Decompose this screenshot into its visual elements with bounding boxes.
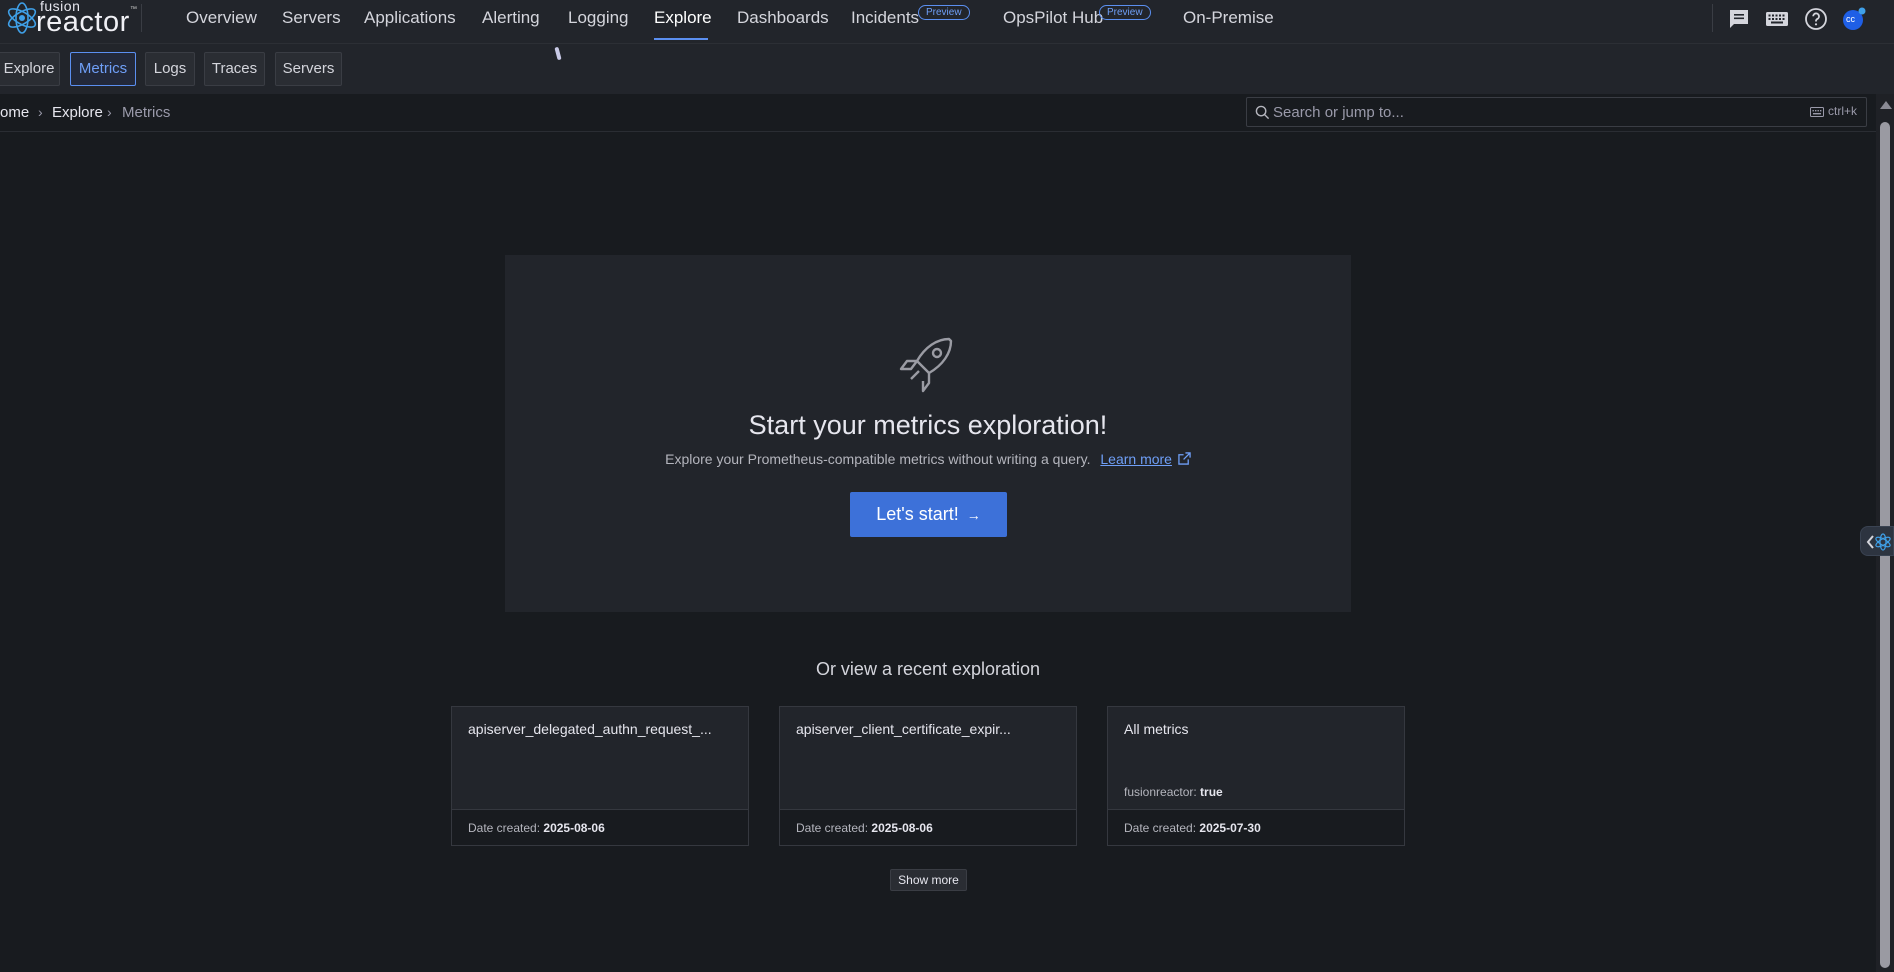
recent-exploration-card[interactable]: apiserver_client_certificate_expir... Da… xyxy=(779,706,1077,846)
date-label: Date created: xyxy=(796,821,869,835)
card-title: apiserver_delegated_authn_request_... xyxy=(468,721,712,737)
show-more-button[interactable]: Show more xyxy=(890,869,967,891)
breadcrumb-explore[interactable]: Explore xyxy=(52,104,103,121)
user-avatar[interactable]: cc xyxy=(1842,7,1866,31)
nav-servers[interactable]: Servers xyxy=(282,8,341,28)
subtab-logs[interactable]: Logs xyxy=(145,52,195,86)
recent-exploration-card[interactable]: apiserver_delegated_authn_request_... Da… xyxy=(451,706,749,846)
card-footer: Date created: 2025-08-06 xyxy=(780,809,1076,845)
learn-more-text: Learn more xyxy=(1100,451,1172,467)
logo-trademark: ™ xyxy=(130,6,137,13)
scroll-up-icon[interactable] xyxy=(1880,101,1892,109)
reactor-star-icon xyxy=(7,2,37,34)
date-label: Date created: xyxy=(468,821,541,835)
breadcrumb-bar: ome › Explore › Metrics ctrl+k xyxy=(0,94,1876,132)
nav-on-premise[interactable]: On-Premise xyxy=(1183,8,1274,28)
hero-title: Start your metrics exploration! xyxy=(748,410,1108,440)
hero-description-text: Explore your Prometheus-compatible metri… xyxy=(665,451,1091,467)
search-shortcut: ctrl+k xyxy=(1828,104,1858,118)
chat-icon[interactable] xyxy=(1727,7,1751,31)
nav-divider xyxy=(141,4,142,32)
nav-explore[interactable]: Explore xyxy=(654,8,712,28)
side-panel-toggle[interactable] xyxy=(1860,526,1894,556)
nav-dashboards[interactable]: Dashboards xyxy=(737,8,829,28)
opspilot-preview-badge: Preview xyxy=(1099,5,1151,20)
card-date: Date created: 2025-08-06 xyxy=(468,821,605,835)
date-value: 2025-08-06 xyxy=(871,821,933,835)
breadcrumb-home[interactable]: ome xyxy=(0,104,29,121)
recent-explorations-title: Or view a recent exploration xyxy=(815,659,1041,679)
card-title: apiserver_client_certificate_expir... xyxy=(796,721,1011,737)
card-footer: Date created: 2025-07-30 xyxy=(1108,809,1404,845)
nav-incidents[interactable]: Incidents xyxy=(851,8,919,28)
recent-exploration-card[interactable]: All metrics fusionreactor: true Date cre… xyxy=(1107,706,1405,846)
card-title: All metrics xyxy=(1124,721,1189,737)
lets-start-button[interactable]: Let's start! → xyxy=(850,492,1007,537)
subtab-explore[interactable]: Explore xyxy=(0,52,60,86)
card-date: Date created: 2025-07-30 xyxy=(1124,821,1261,835)
filter-key: fusionreactor: xyxy=(1124,785,1197,799)
nav-opspilot-hub[interactable]: OpsPilot Hub xyxy=(1003,8,1103,28)
card-footer: Date created: 2025-08-06 xyxy=(452,809,748,845)
card-filter: fusionreactor: true xyxy=(1124,785,1223,799)
rocket-icon xyxy=(899,337,953,393)
nav-alerting[interactable]: Alerting xyxy=(482,8,540,28)
hero-description: Explore your Prometheus-compatible metri… xyxy=(505,451,1351,467)
toolbar-divider xyxy=(1712,4,1713,32)
learn-more-link[interactable]: Learn more xyxy=(1100,451,1172,467)
subtab-servers[interactable]: Servers xyxy=(275,52,342,86)
nav-logging[interactable]: Logging xyxy=(568,8,629,28)
active-nav-indicator xyxy=(654,38,708,40)
card-date: Date created: 2025-08-06 xyxy=(796,821,933,835)
search-icon xyxy=(1255,105,1270,120)
lets-start-label: Let's start! xyxy=(876,504,959,524)
breadcrumb-separator: › xyxy=(107,104,112,120)
breadcrumb-separator: › xyxy=(38,104,43,120)
chevron-left-icon xyxy=(1866,533,1891,551)
incidents-preview-badge: Preview xyxy=(918,5,970,20)
avatar-initials: cc xyxy=(1846,14,1855,24)
arrow-right-icon: → xyxy=(966,507,981,523)
fusionreactor-logo[interactable]: fusion reactor ™ xyxy=(2,0,142,40)
search-box[interactable]: ctrl+k xyxy=(1246,97,1867,127)
subtab-metrics[interactable]: Metrics xyxy=(70,52,136,86)
help-icon[interactable] xyxy=(1804,7,1828,31)
keyboard-shortcut-icon xyxy=(1810,107,1824,117)
nav-overview[interactable]: Overview xyxy=(186,8,257,28)
explore-subtabs: Explore Metrics Logs Traces Servers xyxy=(0,44,1894,94)
breadcrumb-metrics: Metrics xyxy=(122,104,171,121)
filter-value: true xyxy=(1200,785,1223,799)
metrics-exploration-panel: Start your metrics exploration! Explore … xyxy=(505,255,1351,612)
keyboard-icon[interactable] xyxy=(1765,7,1789,31)
search-input[interactable] xyxy=(1273,98,1793,126)
external-link-icon[interactable] xyxy=(1178,452,1191,465)
nav-applications[interactable]: Applications xyxy=(364,8,456,28)
date-value: 2025-07-30 xyxy=(1199,821,1261,835)
date-label: Date created: xyxy=(1124,821,1197,835)
date-value: 2025-08-06 xyxy=(543,821,605,835)
top-navigation: fusion reactor ™ Overview Servers Applic… xyxy=(0,0,1894,44)
subtab-traces[interactable]: Traces xyxy=(204,52,265,86)
logo-text-reactor: reactor xyxy=(36,6,130,38)
